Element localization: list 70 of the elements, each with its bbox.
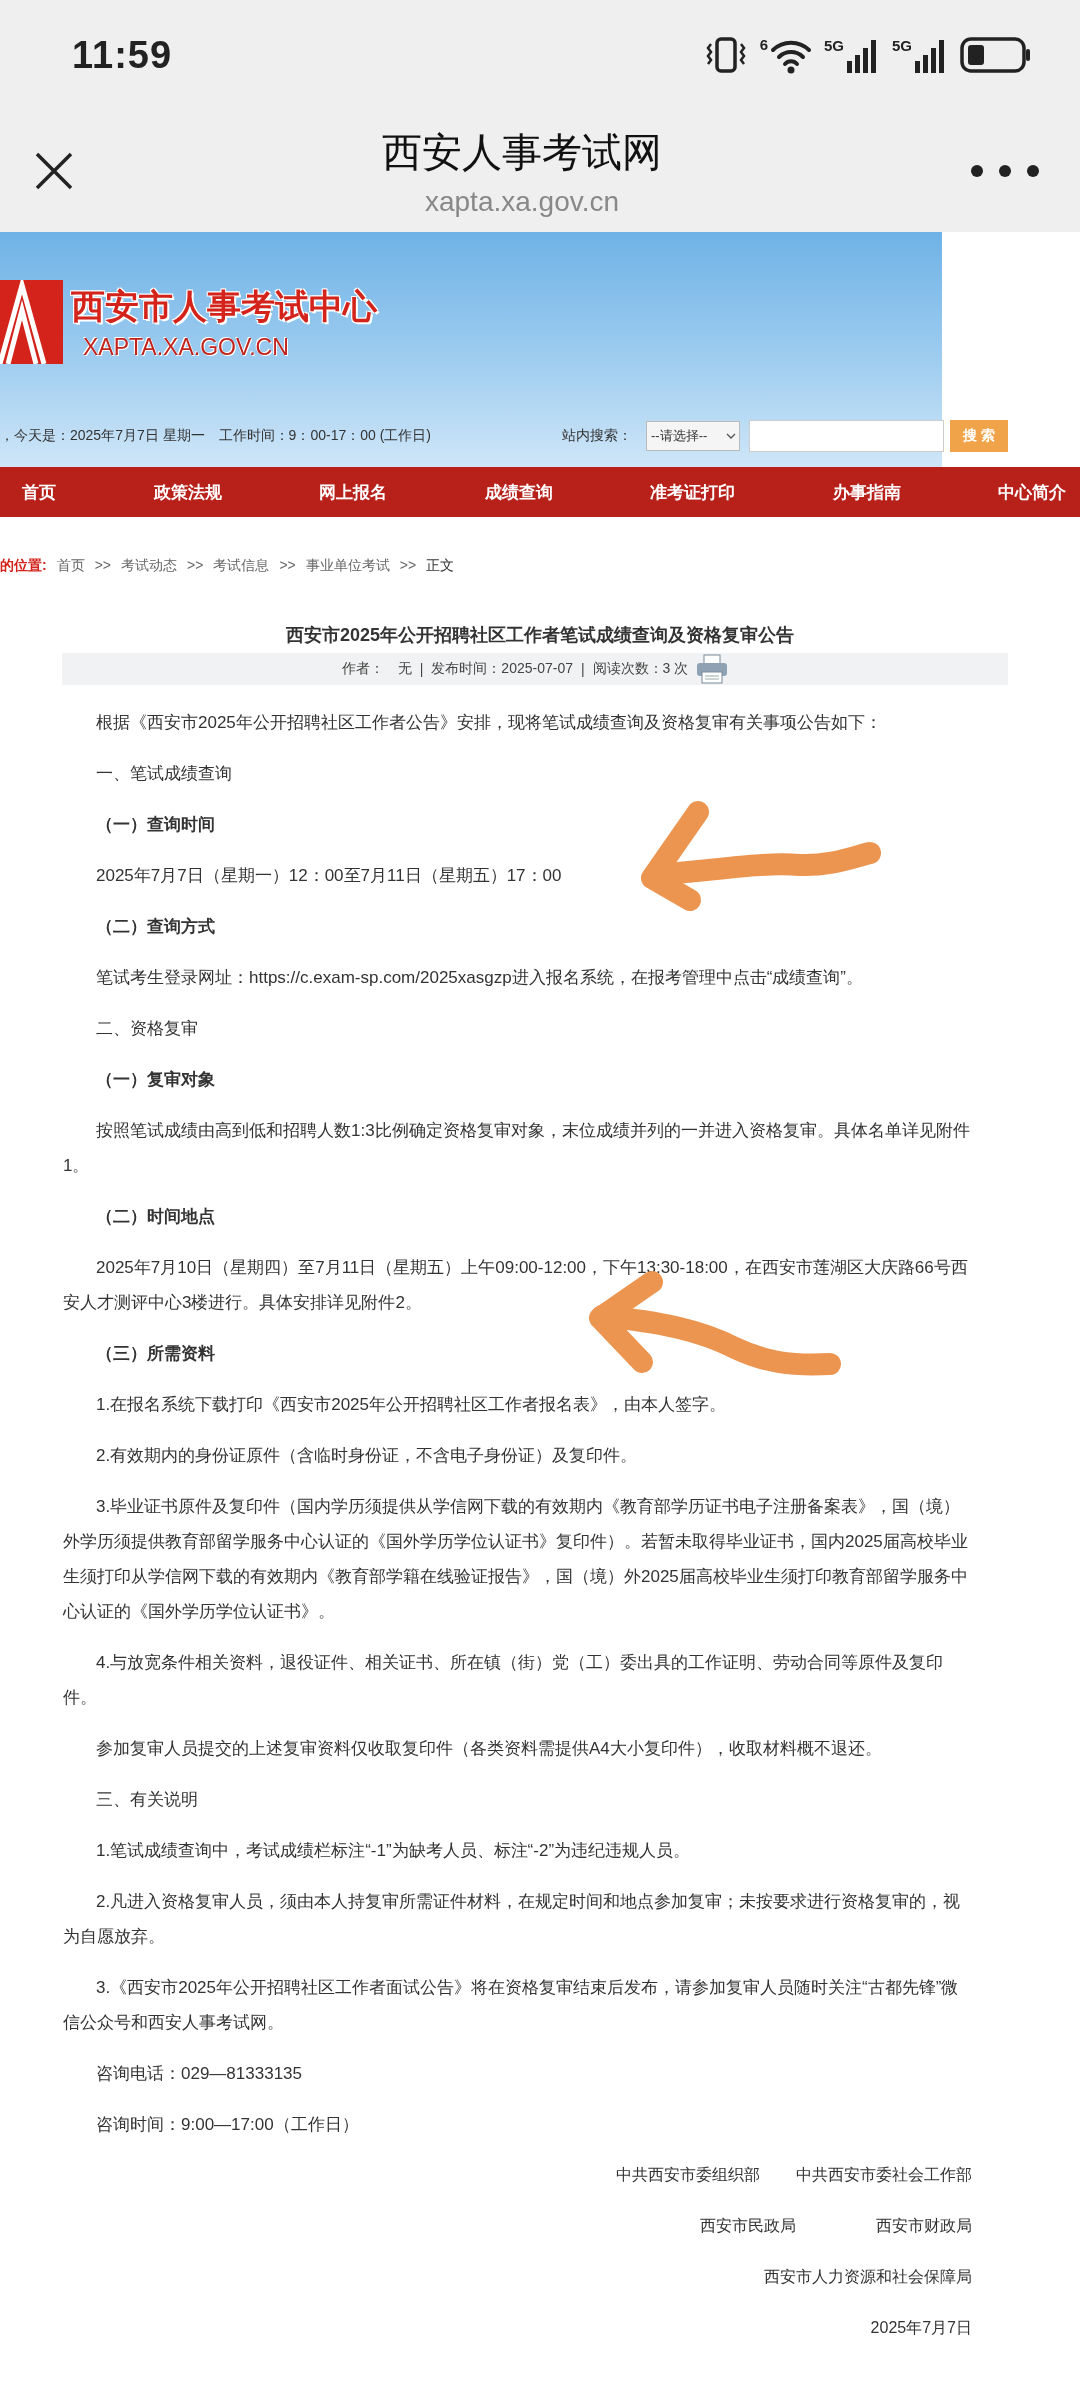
logo-icon: [0, 280, 63, 364]
article-title: 西安市2025年公开招聘社区工作者笔试成绩查询及资格复审公告: [284, 624, 795, 647]
paragraph: 咨询电话：029—81333135: [95, 2063, 303, 2085]
close-icon[interactable]: [34, 151, 74, 191]
logo-url: XAPTA.XA.GOV.CN: [83, 333, 290, 361]
section-heading: （三）所需资料: [95, 1343, 216, 1365]
breadcrumb-separator: >>: [94, 557, 112, 575]
paragraph: 2.凡进入资格复审人员，须由本人持复审所需证件材料，在规定时间和地点参加复审；未按要求进行资格复审的，视为自愿放弃。: [63, 1891, 962, 1948]
page-url: xapta.xa.gov.cn: [424, 185, 619, 218]
paragraph: 二、资格复审: [95, 1018, 199, 1040]
page-title: 西安人事考试网: [382, 128, 662, 176]
breadcrumb-separator: >>: [187, 557, 204, 575]
breadcrumb-link[interactable]: 首页: [56, 557, 85, 575]
nav-item[interactable]: 办事指南: [832, 480, 901, 504]
section-heading: （一）查询时间: [95, 814, 216, 836]
nav-item[interactable]: 网上报名: [319, 480, 387, 504]
search-label: 站内搜索：: [562, 427, 633, 445]
date-line: ，今天是：2025年7月7日 星期一 工作时间：9：00-17：00 (工作日): [0, 427, 432, 445]
signature-text: 西安市财政局: [876, 2216, 972, 2236]
signature-text: 西安市人力资源和社会保障局: [764, 2267, 972, 2287]
signature-text: 2025年7月7日: [870, 2318, 972, 2338]
breadcrumb-link[interactable]: 考试信息: [213, 557, 270, 575]
network-label: 5G: [823, 37, 844, 54]
paragraph: 1.在报名系统下载打印《西安市2025年公开招聘社区工作者报名表》，由本人签字。: [95, 1394, 727, 1416]
nav-item[interactable]: 成绩查询: [484, 480, 553, 504]
signature-text: 中共西安市委组织部: [616, 2165, 760, 2185]
paragraph: 咨询时间：9:00—17:00（工作日）: [95, 2114, 360, 2136]
signature-text: 中共西安市委社会工作部: [796, 2165, 972, 2185]
status-time: 11:59: [72, 33, 173, 77]
caret-icon: [726, 432, 736, 440]
paragraph: 3.毕业证书原件及复印件（国内学历须提供从学信网下载的有效期内《教育部学历证书电子注册备案表》，国（境）外学历须提供教育部留学服务中心认证的《国外学历学位认证书》复印件）。若暂未取得毕业证书，国内2025届高校毕业生须打印从学信网下载的有效期内《教育部学籍在线验证报告》，国（境）外2025届高校毕业生须打印教育部留学服务中心认证的《国外学历学位认证书》。: [63, 1496, 969, 1623]
meta-separator: |: [419, 661, 424, 677]
read-count: 阅读次数：3 次: [592, 660, 689, 678]
network-label: 5G: [892, 37, 912, 54]
signature-text: 西安市民政局: [700, 2216, 796, 2236]
logo-title: 西安市人事考试中心: [71, 285, 377, 327]
section-heading: （二）查询方式: [95, 916, 216, 938]
breadcrumb-separator: >>: [279, 557, 296, 575]
paragraph: 3.《西安市2025年公开招聘社区工作者面试公告》将在资格复审结束后发布，请参加复审人员随时关注“古都先锋”微信公众号和西安人事考试网。: [63, 1977, 960, 2034]
search-field[interactable]: [749, 420, 944, 452]
paragraph: 2.有效期内的身份证原件（含临时身份证，不含电子身份证）及复印件。: [95, 1445, 639, 1467]
section-heading: （二）时间地点: [95, 1206, 216, 1228]
nav-item[interactable]: 首页: [22, 480, 56, 504]
wifi-label: 6: [759, 36, 768, 53]
breadcrumb-label: 的位置:: [0, 557, 47, 575]
meta-separator: |: [580, 661, 585, 677]
printer-icon[interactable]: [696, 654, 729, 684]
paragraph: 按照笔试成绩由高到低和招聘人数1:3比例确定资格复审对象，末位成绩并列的一并进入资格复审。具体名单详见附件1。: [63, 1120, 971, 1177]
battery-icon: [960, 36, 1032, 74]
nav-item[interactable]: 政策法规: [153, 480, 222, 504]
paragraph: 2025年7月10日（星期四）至7月11日（星期五）上午09:00-12:00，下午13:30-18:00，在西安市莲湖区大庆路66号西安人才测评中心3楼进行。具体安排详见附件2。: [63, 1257, 969, 1314]
paragraph: 4.与放宽条件相关资料，退役证件、相关证书、所在镇（街）党（工）委出具的工作证明、劳动合同等原件及复印件。: [63, 1652, 945, 1709]
breadcrumb-separator: >>: [399, 557, 417, 575]
paragraph: 一、笔试成绩查询: [95, 763, 233, 785]
author-text: 作者： 无: [341, 660, 412, 678]
paragraph: 1.笔试成绩查询中，考试成绩栏标注“-1”为缺考人员、标注“-2”为违纪违规人员。: [95, 1840, 692, 1862]
paragraph: 笔试考生登录网址：https://c.exam-sp.com/2025xasgzp进入报名系统，在报考管理中点击“成绩查询”。: [95, 967, 864, 989]
breadcrumb-link[interactable]: 正文: [426, 557, 455, 575]
publish-date: 发布时间：2025-07-07: [431, 660, 573, 678]
more-menu-icon[interactable]: [970, 164, 1040, 178]
breadcrumb-link[interactable]: 事业单位考试: [305, 557, 390, 575]
paragraph: 根据《西安市2025年公开招聘社区工作者公告》安排，现将笔试成绩查询及资格复审有关事项公告如下：: [95, 712, 883, 734]
paragraph: 三、有关说明: [95, 1789, 199, 1811]
category-select[interactable]: --请选择--: [646, 421, 740, 451]
paragraph: 参加复审人员提交的上述复审资料仅收取复印件（各类资料需提供A4大小复印件），收取材料概不退还。: [95, 1738, 883, 1760]
paragraph: 2025年7月7日（星期一）12：00至7月11日（星期五）17：00: [95, 865, 563, 887]
nav-item[interactable]: 准考证打印: [650, 480, 735, 504]
section-heading: （一）复审对象: [95, 1069, 216, 1091]
nav-item[interactable]: 中心简介: [998, 480, 1066, 504]
breadcrumb-link[interactable]: 考试动态: [121, 557, 178, 575]
